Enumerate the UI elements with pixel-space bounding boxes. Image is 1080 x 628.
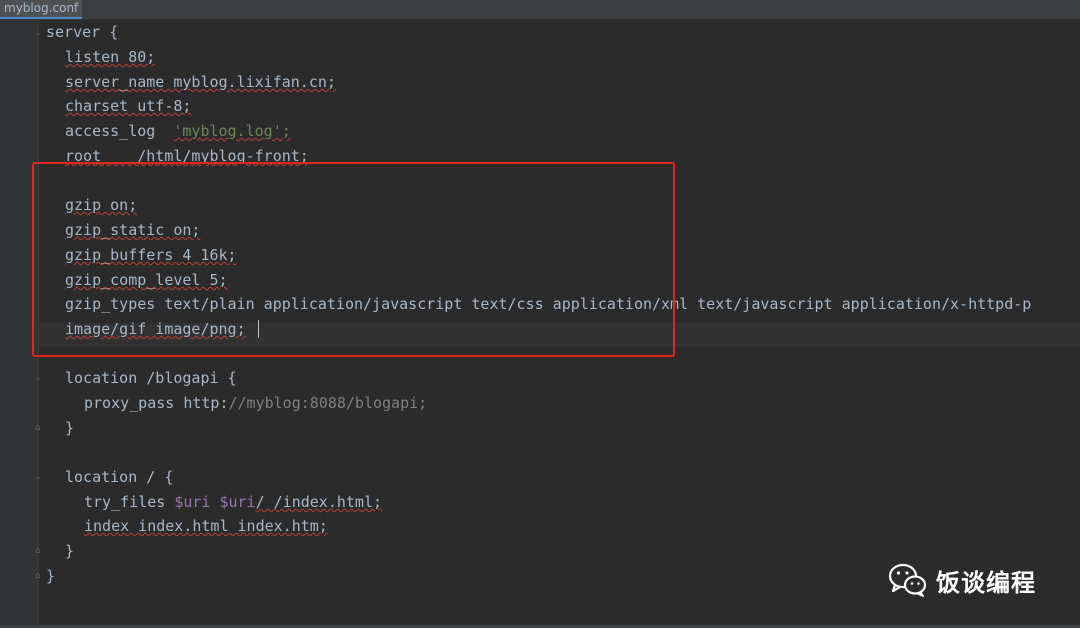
- watermark: 饭谈编程: [888, 560, 1036, 600]
- code-line: index index.html index.htm;: [84, 517, 328, 535]
- fold-open-icon[interactable]: ⌵: [33, 472, 43, 482]
- code-line: charset utf-8;: [65, 97, 192, 115]
- fold-close-icon[interactable]: ⌂: [33, 571, 43, 581]
- code-line: }: [65, 419, 75, 437]
- code-line: server {: [46, 23, 119, 41]
- fold-open-icon[interactable]: ⌵: [33, 28, 43, 38]
- editor-tab-bar: myblog.conf: [0, 0, 1080, 20]
- code-line: }: [46, 567, 56, 585]
- code-line: proxy_pass http://myblog:8088/blogapi;: [84, 394, 428, 412]
- code-line: try_files $uri $uri/ /index.html;: [84, 493, 383, 511]
- code-line: server_name myblog.lixifan.cn;: [65, 73, 336, 91]
- wechat-icon: [888, 563, 927, 597]
- watermark-text: 饭谈编程: [936, 568, 1036, 597]
- annotation-highlight-box: [32, 162, 675, 357]
- fold-open-icon[interactable]: ⌵: [33, 373, 43, 383]
- code-line: access_log 'myblog.log';: [65, 122, 291, 140]
- code-line: location /blogapi {: [65, 369, 237, 387]
- fold-close-icon[interactable]: ⌂: [33, 423, 43, 433]
- fold-close-icon[interactable]: ⌂: [33, 546, 43, 556]
- code-line: listen 80;: [65, 48, 156, 66]
- code-line: location / {: [65, 468, 174, 486]
- tab-myblog-conf[interactable]: myblog.conf: [0, 0, 83, 19]
- code-line: }: [65, 542, 75, 560]
